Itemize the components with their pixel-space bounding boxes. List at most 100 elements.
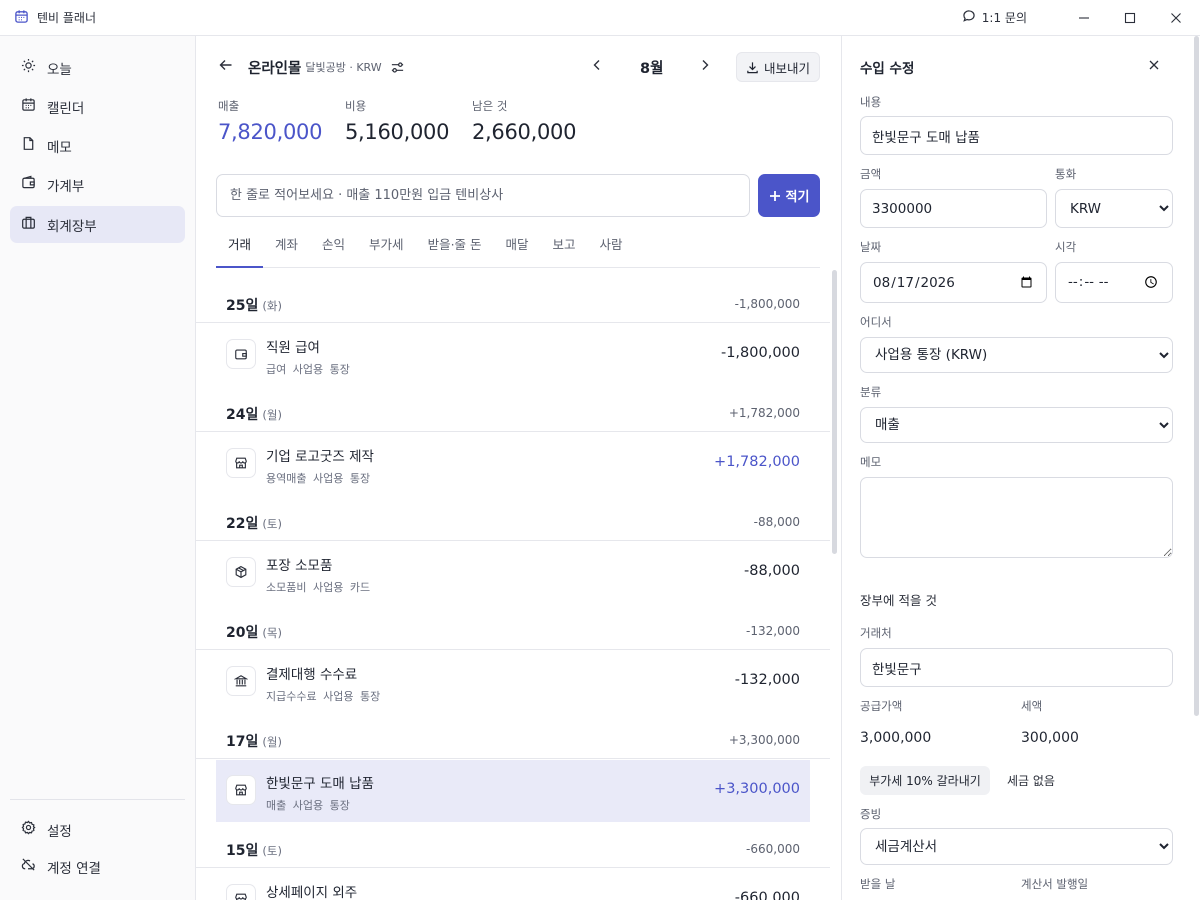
invoice-date-label: 계산서 발행일 xyxy=(1021,877,1089,891)
day-weekday: (화) xyxy=(262,299,282,313)
day-total: -1,800,000 xyxy=(734,297,800,311)
tax-value: 300,000 xyxy=(1021,730,1079,746)
day-number: 17일 xyxy=(226,734,259,750)
vat-split-button[interactable]: 부가세 10% 갈라내기 xyxy=(860,766,990,795)
sidebar-item-settings[interactable]: 설정 xyxy=(10,811,185,848)
transaction-title: 상세페이지 외주 xyxy=(266,885,358,900)
day-title: 24일 (월) xyxy=(226,404,282,424)
tab-people[interactable]: 사람 xyxy=(588,231,635,268)
remaining-value: 2,660,000 xyxy=(472,120,577,144)
proof-select[interactable]: 세금계산서 xyxy=(860,828,1173,865)
sidebar-item-label: 회계장부 xyxy=(47,218,97,235)
sidebar-item-household[interactable]: 가계부 xyxy=(10,166,185,203)
amount-input[interactable] xyxy=(860,189,1047,228)
sidebar-item-label: 설정 xyxy=(47,823,72,840)
day-header: 22일 (토) -88,000 xyxy=(196,486,830,541)
time-label: 시각 xyxy=(1055,240,1077,254)
sales-label: 매출 xyxy=(218,99,240,113)
download-icon xyxy=(747,61,758,73)
transaction-category: 소모품비 xyxy=(266,581,307,594)
maximize-button[interactable] xyxy=(1107,0,1153,36)
memo-label: 메모 xyxy=(860,455,882,469)
transaction-title: 결제대행 수수료 xyxy=(266,667,358,683)
document-icon xyxy=(21,136,36,155)
transaction-account: 사업용 통장 xyxy=(323,690,381,703)
bank-icon xyxy=(226,666,256,696)
day-total: -660,000 xyxy=(746,842,800,856)
currency-select[interactable]: KRW xyxy=(1055,189,1173,228)
export-button[interactable]: 내보내기 xyxy=(736,52,820,82)
transaction-meta: 급여 사업용 통장 xyxy=(266,361,350,377)
panel-scrollbar[interactable] xyxy=(1194,36,1199,716)
transaction-category: 지급수수료 xyxy=(266,690,317,703)
transaction-category: 급여 xyxy=(266,363,287,376)
partner-input[interactable] xyxy=(860,648,1173,687)
remaining-label: 남은 것 xyxy=(472,99,508,113)
sun-icon xyxy=(21,58,36,77)
tab-report[interactable]: 보고 xyxy=(541,231,588,268)
tab-accounts[interactable]: 계좌 xyxy=(263,231,310,268)
ledger-tabs: 거래 계좌 손익 부가세 받을·줄 돈 매달 보고 사람 xyxy=(216,231,820,268)
close-icon xyxy=(1171,12,1181,23)
day-weekday: (월) xyxy=(262,735,282,749)
day-number: 24일 xyxy=(226,407,259,423)
ledger-section-title: 장부에 적을 것 xyxy=(860,593,937,608)
prev-month-button[interactable] xyxy=(590,58,604,76)
transaction-account: 사업용 통장 xyxy=(292,799,350,812)
time-input[interactable] xyxy=(1055,262,1173,303)
sidebar-divider xyxy=(10,799,185,800)
store-icon xyxy=(226,884,256,900)
next-month-button[interactable] xyxy=(698,58,712,76)
quick-entry-input[interactable] xyxy=(216,174,750,217)
account-select[interactable]: 사업용 통장 (KRW) xyxy=(860,337,1173,373)
content-label: 내용 xyxy=(860,95,882,109)
inquiry-button[interactable]: 1:1 문의 xyxy=(962,9,1027,26)
transaction-amount: +1,782,000 xyxy=(714,454,800,470)
wallet-icon xyxy=(21,175,36,194)
store-icon xyxy=(226,775,256,805)
sidebar-item-label: 메모 xyxy=(47,139,72,156)
minimize-button[interactable] xyxy=(1061,0,1107,36)
sidebar-item-memo[interactable]: 메모 xyxy=(10,127,185,164)
day-weekday: (토) xyxy=(262,844,282,858)
back-button[interactable] xyxy=(218,57,234,77)
tab-transactions[interactable]: 거래 xyxy=(216,231,264,268)
day-number: 25일 xyxy=(226,298,259,314)
day-weekday: (토) xyxy=(262,517,282,531)
tab-profit-loss[interactable]: 손익 xyxy=(310,231,357,268)
where-label: 어디서 xyxy=(860,315,892,329)
title-bar: 텐비 플래너 1:1 문의 xyxy=(0,0,1200,36)
partner-label: 거래처 xyxy=(860,626,892,640)
sidebar-item-account-link[interactable]: 계정 연결 xyxy=(10,848,185,885)
date-input[interactable] xyxy=(860,262,1047,303)
transaction-row[interactable]: 상세페이지 외주 -660,000 xyxy=(216,869,810,900)
store-icon xyxy=(226,448,256,478)
add-entry-button[interactable]: 적기 xyxy=(758,174,820,217)
sales-value: 7,820,000 xyxy=(218,120,323,144)
day-header: 15일 (토) -660,000 xyxy=(196,813,830,868)
sliders-icon xyxy=(391,61,403,73)
day-total: +3,300,000 xyxy=(728,733,800,747)
window-close-button[interactable] xyxy=(1153,0,1199,36)
no-tax-button[interactable]: 세금 없음 xyxy=(1000,766,1062,795)
ledger-settings-button[interactable] xyxy=(390,60,405,75)
app-title-text: 텐비 플래너 xyxy=(37,11,97,25)
day-title: 20일 (목) xyxy=(226,622,282,642)
list-scrollbar[interactable] xyxy=(832,270,837,554)
month-label: 8월 xyxy=(640,61,664,77)
tab-receivables[interactable]: 받을·줄 돈 xyxy=(416,231,494,268)
day-number: 15일 xyxy=(226,843,259,859)
panel-close-button[interactable] xyxy=(1148,59,1160,75)
category-select[interactable]: 매출 xyxy=(860,407,1173,443)
content-input[interactable] xyxy=(860,116,1173,155)
memo-textarea[interactable] xyxy=(860,477,1173,558)
transaction-category: 용역매출 xyxy=(266,472,307,485)
tab-monthly[interactable]: 매달 xyxy=(494,231,541,268)
day-header: 25일 (화) -1,800,000 xyxy=(196,268,830,323)
tab-vat[interactable]: 부가세 xyxy=(357,231,416,268)
sidebar-item-accounting[interactable]: 회계장부 xyxy=(10,206,185,243)
sidebar-item-calendar[interactable]: 캘린더 xyxy=(10,88,185,125)
cost-stat: 비용 5,160,000 xyxy=(345,98,472,144)
sidebar-item-today[interactable]: 오늘 xyxy=(10,49,185,86)
briefcase-icon xyxy=(21,215,36,234)
